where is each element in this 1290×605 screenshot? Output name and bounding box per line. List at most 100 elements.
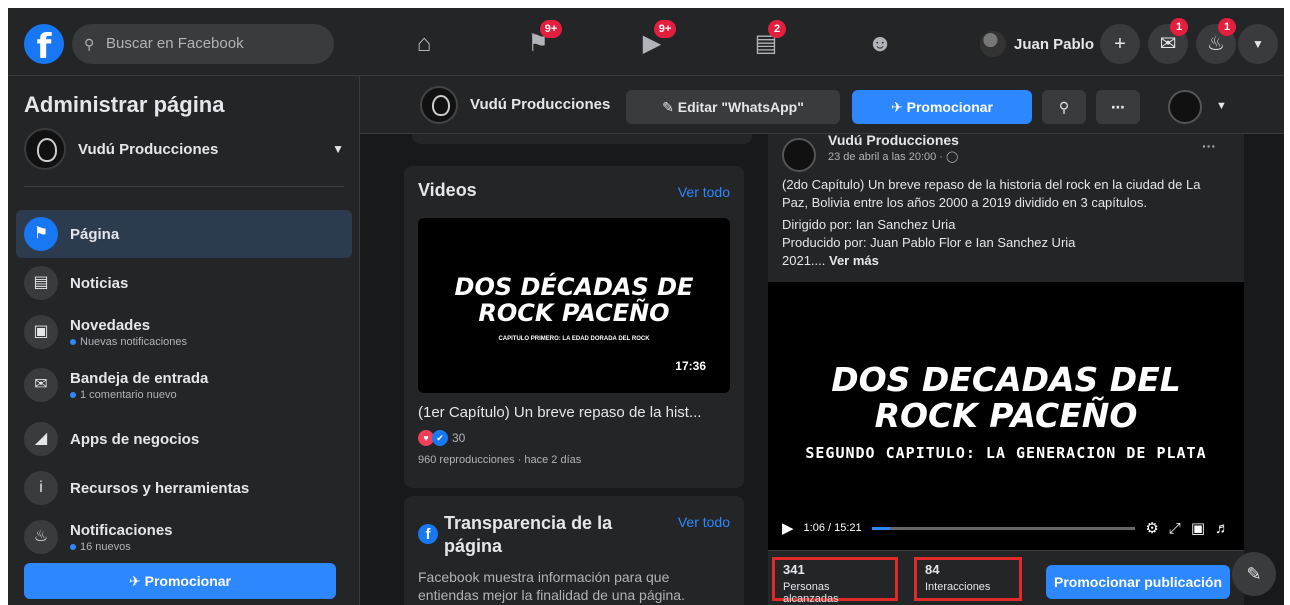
mute-icon[interactable]: ♬ xyxy=(1215,520,1230,537)
page-avatar[interactable] xyxy=(420,86,458,124)
page-avatar xyxy=(24,128,66,170)
page-profile-switcher[interactable] xyxy=(1168,90,1202,124)
thumbnail-title: DOS DÉCADAS DE ROCK PACEÑO xyxy=(454,273,694,327)
post-author-avatar[interactable] xyxy=(782,138,816,172)
post-paragraph: (2do Capítulo) Un breve repaso de la his… xyxy=(782,177,1201,210)
promote-button[interactable]: ✈ Promocionar xyxy=(852,90,1032,124)
video-time: 1:06 / 15:21 xyxy=(803,522,862,534)
page-switcher[interactable]: Vudú Producciones ▼ xyxy=(24,126,344,172)
videos-title: Videos xyxy=(418,180,477,200)
video-caption[interactable]: (1er Capítulo) Un breve repaso de la his… xyxy=(418,404,730,421)
transparency-see-all-link[interactable]: Ver todo xyxy=(678,514,730,530)
like-reaction-icon: ✔ xyxy=(432,430,448,446)
video-progress-bar[interactable] xyxy=(871,526,1136,530)
sidebar-item-novedades[interactable]: ▣ Novedades Nuevas notificaciones xyxy=(16,308,352,356)
megaphone-icon: ✈ xyxy=(891,99,903,115)
fullscreen-icon[interactable]: ⤢ xyxy=(1169,520,1181,537)
reach-value: 341 xyxy=(783,562,805,577)
sidebar-item-recursos[interactable]: i Recursos y herramientas xyxy=(16,464,352,512)
video-title: DOS DECADAS DEL ROCK PACEÑO xyxy=(831,360,1181,435)
sidebar-item-label: Noticias xyxy=(70,274,129,292)
messenger-icon: ✉ xyxy=(1159,33,1177,55)
post-line: Dirigido por: Ian Sanchez Uria xyxy=(782,217,956,232)
sidebar-item-noticias[interactable]: ▤ Noticias xyxy=(16,259,352,307)
search-icon: ⚲ xyxy=(1058,99,1070,115)
notifications-button[interactable]: ♨ 1 xyxy=(1196,18,1236,64)
unread-dot-icon xyxy=(70,391,76,398)
top-navigation-bar: f ⚲ Buscar en Facebook ⌂ ⚑ 9+ ▶ 9+ ▤ 2 ☻… xyxy=(8,8,1284,76)
miniplayer-icon[interactable]: ▣ xyxy=(1191,519,1205,537)
chevron-down-icon[interactable]: ▼ xyxy=(1216,100,1227,112)
videos-card: Videos Ver todo DOS DÉCADAS DE ROCK PACE… xyxy=(404,166,744,488)
boost-post-button[interactable]: Promocionar publicación xyxy=(1046,565,1230,599)
more-options-button[interactable]: ⋯ xyxy=(1096,90,1140,124)
transparency-card: f Transparencia de la página Ver todo Fa… xyxy=(404,496,744,605)
sidebar-item-sub: 1 comentario nuevo xyxy=(70,389,208,401)
account-menu-button[interactable]: ▼ xyxy=(1238,24,1278,64)
bell-icon: ♨ xyxy=(24,520,58,554)
videos-see-all-link[interactable]: Ver todo xyxy=(678,184,730,200)
post-more-icon[interactable]: ··· xyxy=(1202,138,1216,154)
page-name[interactable]: Vudú Producciones xyxy=(470,96,610,113)
news-icon: ▤ xyxy=(24,266,58,300)
compose-edit-icon[interactable]: ✎ xyxy=(1232,552,1276,596)
reach-stat[interactable]: 341 Personas alcanzadas xyxy=(772,557,898,605)
unread-dot-icon xyxy=(70,543,76,550)
info-icon: i xyxy=(24,471,58,505)
video-thumbnail[interactable]: DOS DÉCADAS DE ROCK PACEÑO CAPITULO PRIM… xyxy=(418,218,730,393)
page-search-button[interactable]: ⚲ xyxy=(1042,90,1086,124)
sidebar-item-apps[interactable]: ◢ Apps de negocios xyxy=(16,415,352,463)
post-line: 2021.... Ver más xyxy=(782,253,879,268)
marketplace-store-icon[interactable]: ▤ 2 xyxy=(746,20,786,62)
facebook-logo-icon[interactable]: f xyxy=(24,24,64,64)
sidebar-item-label: Recursos y herramientas xyxy=(70,479,250,497)
video-meta: 960 reproducciones · hace 2 días xyxy=(418,454,582,466)
post-video[interactable]: DOS DECADAS DEL ROCK PACEÑO SEGUNDO CAPI… xyxy=(768,282,1244,550)
cube-icon: ◢ xyxy=(24,422,58,456)
sidebar-item-sub: 16 nuevos xyxy=(70,541,173,553)
more-dots-icon: ⋯ xyxy=(1111,99,1125,115)
home-icon[interactable]: ⌂ xyxy=(404,26,444,62)
video-reactions[interactable]: ♥ ✔ 30 xyxy=(418,430,465,446)
profile-chip[interactable]: Juan Pablo xyxy=(974,26,1104,62)
messenger-button[interactable]: ✉ 1 xyxy=(1148,18,1188,64)
interactions-stat[interactable]: 84 Interacciones xyxy=(914,557,1022,601)
edit-whatsapp-button[interactable]: ✎ Editar "WhatsApp" xyxy=(626,90,840,124)
sidebar-item-sub: Nuevas notificaciones xyxy=(70,336,187,348)
video-controls: ▶ 1:06 / 15:21 ⚙ ⤢ ▣ ♬ xyxy=(782,516,1230,540)
post-insights-bar: 341 Personas alcanzadas 84 Interacciones… xyxy=(768,550,1244,605)
watch-badge: 9+ xyxy=(654,20,676,38)
post-text: (2do Capítulo) Un breve repaso de la his… xyxy=(782,176,1230,270)
caret-down-icon: ▼ xyxy=(332,142,344,156)
play-icon[interactable]: ▶ xyxy=(782,519,794,537)
video-subtitle: SEGUNDO CAPITULO: LA GENERACION DE PLATA xyxy=(805,444,1207,462)
sidebar-item-pagina[interactable]: ⚑ Página xyxy=(16,210,352,258)
reach-label: Personas alcanzadas xyxy=(783,581,839,605)
post-line: Producido por: Juan Pablo Flor e Ian San… xyxy=(782,235,1076,250)
inbox-icon: ✉ xyxy=(24,368,58,402)
flag-icon: ⚑ xyxy=(24,217,58,251)
previous-card-edge xyxy=(412,134,752,144)
sidebar-item-bandeja[interactable]: ✉ Bandeja de entrada 1 comentario nuevo xyxy=(16,361,352,409)
profile-avatar xyxy=(980,31,1006,57)
post-author[interactable]: Vudú Producciones xyxy=(828,132,959,148)
sidebar-item-notificaciones[interactable]: ♨ Notificaciones 16 nuevos xyxy=(16,513,352,561)
page-switcher-name: Vudú Producciones xyxy=(78,140,219,158)
pages-flag-icon[interactable]: ⚑ 9+ xyxy=(518,20,562,62)
sidebar-item-label: Apps de negocios xyxy=(70,430,200,448)
interactions-value: 84 xyxy=(925,562,940,577)
profile-name: Juan Pablo xyxy=(1014,35,1095,53)
bell-icon: ♨ xyxy=(1207,33,1225,55)
sidebar-promote-button[interactable]: ✈ Promocionar xyxy=(24,563,336,599)
sidebar-item-label: Novedades xyxy=(70,316,151,334)
settings-gear-icon[interactable]: ⚙ xyxy=(1145,519,1158,537)
post-date[interactable]: 23 de abril a las 20:00 · ◯ xyxy=(828,150,958,163)
facebook-info-icon: f xyxy=(418,524,438,544)
groups-icon[interactable]: ☻ xyxy=(860,26,900,62)
create-button[interactable]: + xyxy=(1100,24,1140,64)
sidebar-item-label: Bandeja de entrada xyxy=(70,369,209,387)
see-more-link[interactable]: Ver más xyxy=(829,253,879,268)
page-header-bar: Vudú Producciones ✎ Editar "WhatsApp" ✈ … xyxy=(360,76,1284,134)
search-input[interactable]: ⚲ Buscar en Facebook xyxy=(72,24,334,64)
watch-video-icon[interactable]: ▶ 9+ xyxy=(632,20,676,62)
